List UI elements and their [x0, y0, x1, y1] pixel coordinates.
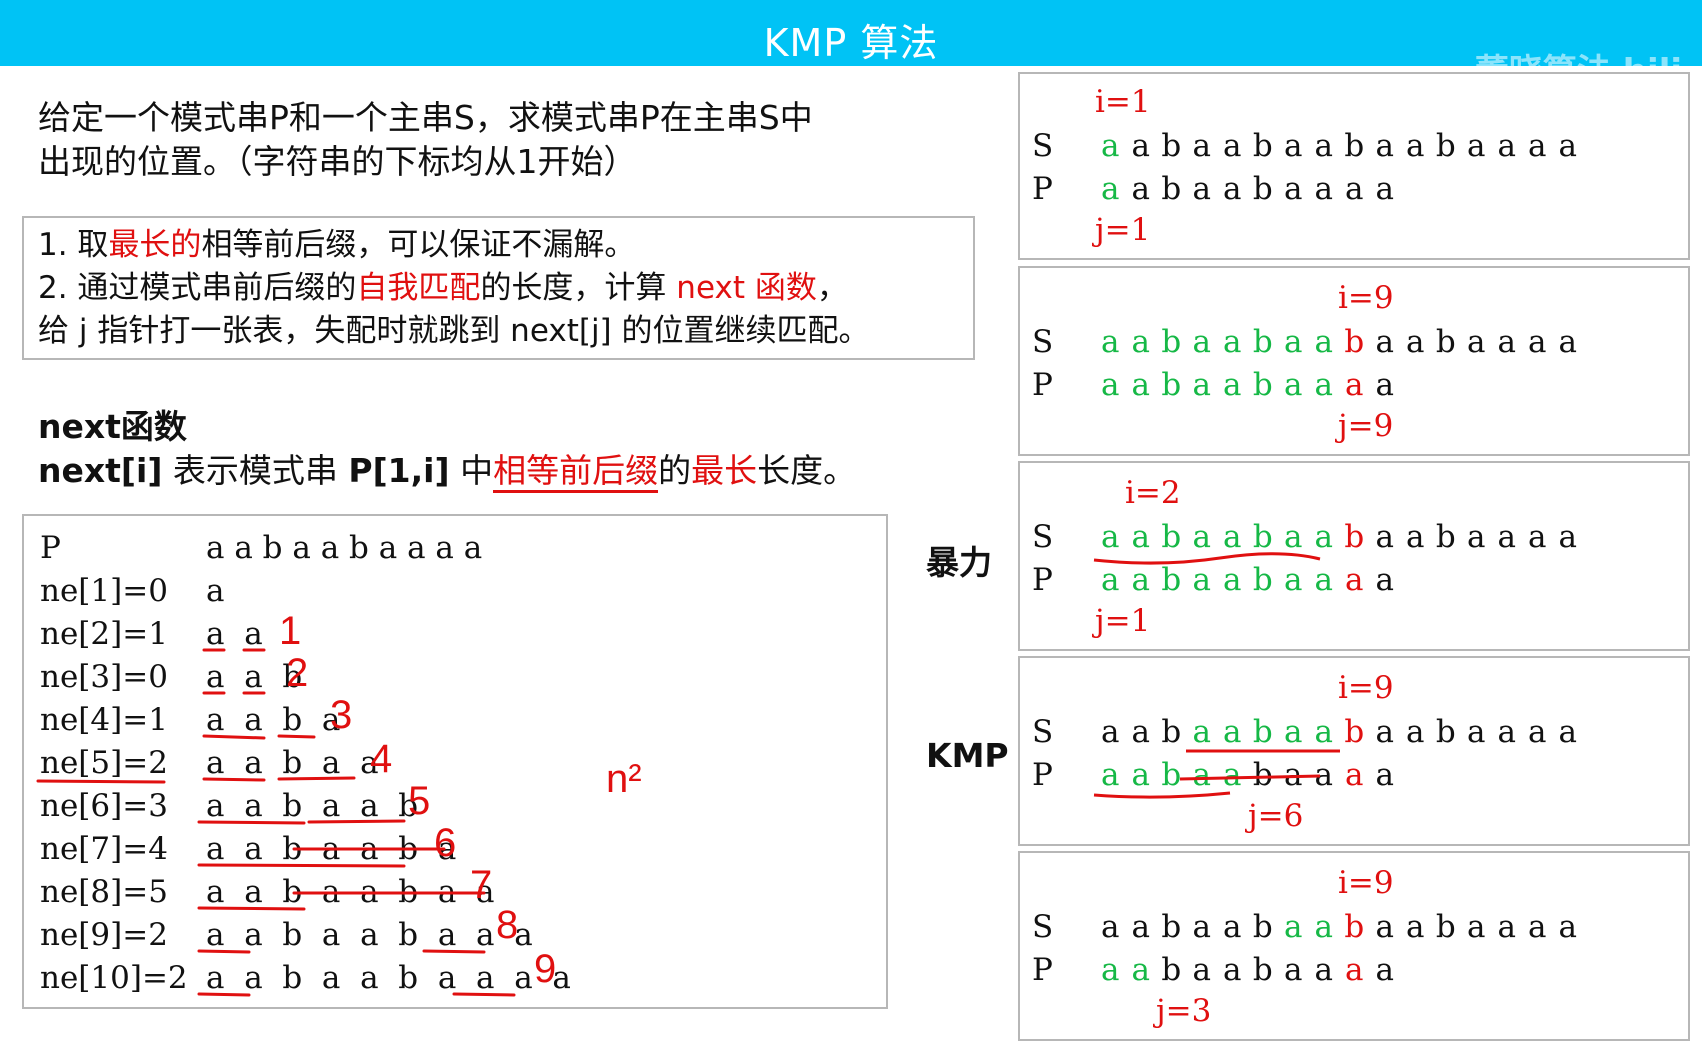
- s-label: S: [1032, 909, 1054, 945]
- tip-2: 2. 通过模式串前后缀的自我匹配的长度，计算 next 函数，: [38, 267, 959, 310]
- next-desc-h: 长度。: [757, 451, 857, 490]
- row-label: ne[3]=0: [40, 659, 168, 695]
- row-value: a a b a a b a a a a: [206, 960, 571, 996]
- row-label: ne[7]=4: [40, 831, 168, 867]
- row-value: a a b a: [206, 702, 341, 738]
- row-value: a a b a a b: [206, 788, 419, 824]
- s-label: S: [1032, 714, 1054, 750]
- hand-note-n2: n²: [606, 757, 642, 801]
- s-label: S: [1032, 519, 1054, 555]
- tip-1-highlight: 最长的: [108, 227, 202, 263]
- tip-2-text-c: 的长度，计算: [480, 270, 677, 306]
- row-value: a a b a a b a: [206, 831, 457, 867]
- s-sequence: aabaabaabaabaaaa: [1101, 128, 1577, 164]
- j-pointer: j=9: [1338, 408, 1394, 444]
- page-title: KMP 算法: [763, 21, 939, 65]
- panel-3: i=2 S P aabaabaabaabaaaa aabaabaaaa j=1: [1018, 461, 1690, 651]
- next-definition: next函数 next[i] 表示模式串 P[1,i] 中相等前后缀的最长长度。: [38, 405, 856, 493]
- s-sequence: aabaabaabaabaaaa: [1101, 519, 1577, 555]
- s-label: S: [1032, 128, 1054, 164]
- next-desc-d: 中: [449, 451, 494, 490]
- next-desc-e: 相等前后缀: [493, 451, 659, 493]
- p-sequence: aabaabaaaa: [1101, 562, 1394, 598]
- s-sequence: aabaabaabaabaaaa: [1101, 909, 1577, 945]
- row-label: ne[10]=2: [40, 960, 188, 996]
- row-value: a: [206, 573, 225, 609]
- label-brute: 暴力: [926, 543, 992, 582]
- tip-3: 给 j 指针打一张表，失配时就跳到 next[j] 的位置继续匹配。: [38, 313, 870, 349]
- p-sequence: aabaabaaaa: [1101, 171, 1394, 207]
- problem-line-1: 给定一个模式串P和一个主串S，求模式串P在主串S中: [38, 98, 813, 137]
- row-label: ne[2]=1: [40, 616, 168, 652]
- title-bar: KMP 算法 董晓算法 bili: [0, 0, 1702, 92]
- p-sequence: aabaabaaaa: [1101, 952, 1394, 988]
- next-desc: next[i] 表示模式串 P[1,i] 中相等前后缀的最长长度。: [38, 449, 856, 493]
- hand-number-1: 1: [279, 609, 301, 653]
- tip-2-next: next 函数: [676, 270, 817, 306]
- panel-2: i=9 S P aabaabaabaabaaaa aabaabaaaa j=9: [1018, 266, 1690, 456]
- row-label: ne[1]=0: [40, 573, 168, 609]
- panel-4: i=9 S P aabaabaabaabaaaa aabaabaaaa j=6: [1018, 656, 1690, 846]
- p-sequence: aabaabaaaa: [1101, 367, 1394, 403]
- key-points-box: 1. 取最长的相等前后缀，可以保证不漏解。 2. 通过模式串前后缀的自我匹配的长…: [22, 216, 975, 360]
- panel-5: i=9 S P aabaabaabaabaaaa aabaabaaaa j=3: [1018, 851, 1690, 1041]
- tip-2-text-a: 2. 通过模式串前后缀的: [38, 270, 357, 306]
- i-pointer: i=9: [1338, 865, 1394, 901]
- p-label: P: [1032, 757, 1053, 793]
- tip-2-highlight: 自我匹配: [356, 270, 481, 306]
- i-pointer: i=9: [1338, 670, 1394, 706]
- row-label: P: [40, 530, 61, 566]
- next-table: Pa a b a a b a a a a ne[1]=0 a ne[2]=1 a a…: [22, 514, 888, 1009]
- row-value: a a b a a: [206, 745, 379, 781]
- row-label: ne[6]=3: [40, 788, 168, 824]
- s-sequence: aabaabaabaabaaaa: [1101, 714, 1577, 750]
- p-label: P: [1032, 367, 1053, 403]
- next-desc-g: 最长: [691, 451, 758, 490]
- s-sequence: aabaabaabaabaaaa: [1101, 324, 1577, 360]
- row-value: a a b a a b a a a a: [206, 530, 483, 566]
- tip-1: 1. 取最长的相等前后缀，可以保证不漏解。: [38, 224, 959, 267]
- next-desc-f: 的: [658, 451, 692, 490]
- tip-1-text-a: 1. 取: [38, 227, 109, 263]
- row-value: a a b: [206, 659, 303, 695]
- j-pointer: j=1: [1095, 603, 1151, 639]
- p-label: P: [1032, 171, 1053, 207]
- row-value: a a: [206, 616, 263, 652]
- row-label: ne[5]=2: [40, 745, 168, 781]
- j-pointer: j=1: [1095, 212, 1151, 248]
- p-sequence: aabaabaaaa: [1101, 757, 1394, 793]
- i-pointer: i=1: [1095, 84, 1151, 120]
- next-desc-c: P[1,i]: [348, 451, 450, 490]
- tip-2-text-e: ，: [816, 270, 848, 306]
- next-desc-b: 表示模式串: [162, 451, 349, 490]
- label-kmp: KMP: [926, 736, 1009, 775]
- row-label: ne[8]=5: [40, 874, 168, 910]
- problem-statement: 给定一个模式串P和一个主串S，求模式串P在主串S中 出现的位置。（字符串的下标均…: [38, 96, 918, 184]
- j-pointer: j=6: [1248, 798, 1304, 834]
- row-value: a a b a a b a a: [206, 874, 495, 910]
- row-label: ne[9]=2: [40, 917, 168, 953]
- i-pointer: i=2: [1125, 475, 1181, 511]
- panel-1: i=1 S P aabaabaabaabaaaa aabaabaaaa j=1: [1018, 72, 1690, 260]
- i-pointer: i=9: [1338, 280, 1394, 316]
- p-label: P: [1032, 952, 1053, 988]
- problem-line-2: 出现的位置。（字符串的下标均从1开始）: [38, 142, 637, 181]
- next-desc-a: next[i]: [38, 451, 163, 490]
- tip-1-text-c: 相等前后缀，可以保证不漏解。: [201, 227, 636, 263]
- p-label: P: [1032, 562, 1053, 598]
- row-value: a a b a a b a a a: [206, 917, 533, 953]
- j-pointer: j=3: [1156, 993, 1212, 1029]
- next-title: next函数: [38, 407, 187, 446]
- row-label: ne[4]=1: [40, 702, 168, 738]
- s-label: S: [1032, 324, 1054, 360]
